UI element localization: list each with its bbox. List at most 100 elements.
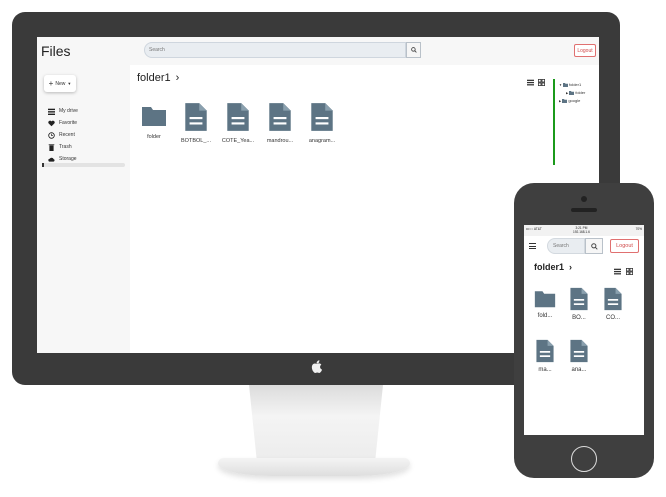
file-name: mandrou... [266, 138, 294, 144]
document-icon [604, 287, 622, 311]
file-name: COTE_Yea... [221, 138, 255, 144]
view-toggle [527, 79, 545, 86]
hamburger-menu-icon[interactable] [529, 243, 536, 249]
tree-item-google[interactable]: ▶ google [559, 98, 580, 103]
breadcrumb-folder[interactable]: folder1 [137, 72, 171, 84]
sidebar-item-label: Trash [59, 144, 72, 150]
file-name: ana... [571, 367, 587, 373]
plus-icon: + [48, 79, 54, 88]
device-mockup: Files Search Logout + New ▼ My drive Fav… [0, 0, 666, 497]
status-bar: •••○○ AT&T 3:21 PM 192.168.1.6 70% [524, 225, 644, 236]
tree-item-folder[interactable]: ▶ folder [566, 90, 585, 95]
logout-button[interactable]: Logout [574, 44, 596, 57]
sidebar-item-favorite[interactable]: Favorite [48, 117, 78, 129]
sidebar: + New ▼ My drive Favorite Recent Trash S… [37, 65, 130, 353]
chevron-right-icon: › [569, 262, 573, 272]
document-icon [570, 339, 588, 363]
caret-down-icon: ▼ [559, 82, 562, 87]
status-center: 3:21 PM 192.168.1.6 [573, 226, 590, 234]
sidebar-item-recent[interactable]: Recent [48, 129, 78, 141]
file-item[interactable]: anagram... [301, 102, 343, 144]
tree-item-label: folder1 [568, 82, 582, 87]
search-icon [410, 47, 417, 53]
folder-icon [534, 291, 556, 308]
list-view-icon[interactable] [614, 268, 621, 275]
file-name: BOTBOL_... [181, 138, 211, 144]
new-button[interactable]: + New ▼ [44, 75, 76, 92]
new-button-label: New [55, 80, 66, 87]
file-item[interactable]: ma... [528, 339, 562, 373]
app-title: Files [41, 43, 71, 59]
file-item[interactable]: BO... [562, 287, 596, 321]
grid-view-icon[interactable] [538, 79, 545, 86]
file-grid: fold... BO... CO... ma... ana... [528, 287, 640, 373]
apple-logo-icon [308, 360, 324, 376]
folder-icon [562, 82, 568, 87]
file-name: ma... [538, 367, 552, 373]
folder-icon [142, 107, 166, 126]
caret-right-icon: ▶ [566, 90, 569, 95]
sidebar-item-trash[interactable]: Trash [48, 141, 78, 153]
phone-home-button[interactable] [571, 446, 597, 472]
tree-divider [553, 79, 555, 165]
search-icon [590, 242, 598, 250]
document-icon [311, 103, 333, 131]
phone-speaker [571, 208, 597, 212]
folder-icon [569, 90, 575, 95]
folder-icon [562, 98, 568, 103]
search-input[interactable]: Search [144, 42, 406, 58]
sidebar-item-label: My drive [59, 108, 78, 114]
sidebar-nav: My drive Favorite Recent Trash Storage [48, 105, 78, 165]
document-icon [227, 103, 249, 131]
tree-item-folder1[interactable]: ▼ folder1 [559, 82, 581, 87]
phone-camera [581, 196, 587, 202]
cloud-icon [48, 157, 55, 162]
file-name: folder [147, 134, 161, 140]
document-icon [185, 103, 207, 131]
breadcrumb-folder[interactable]: folder1 [534, 262, 564, 272]
caret-down-icon: ▼ [67, 81, 72, 86]
tree-item-label: folder [575, 90, 586, 95]
sidebar-item-label: Favorite [59, 120, 78, 126]
chevron-right-icon: › [175, 72, 180, 84]
tree-item-label: google [568, 98, 581, 103]
file-item[interactable]: mandrou... [259, 102, 301, 144]
file-item[interactable]: ana... [562, 339, 596, 373]
file-item[interactable]: CO... [596, 287, 630, 321]
storage-progress-fill [42, 163, 44, 167]
carrier-label: •••○○ AT&T [526, 227, 542, 231]
breadcrumb[interactable]: folder1 › [534, 262, 572, 272]
trash-icon [48, 143, 55, 151]
heart-icon [48, 120, 55, 126]
document-icon [536, 339, 554, 363]
list-view-icon[interactable] [527, 79, 534, 86]
search-button[interactable] [406, 42, 421, 58]
document-icon [269, 103, 291, 131]
battery-label: 70% [635, 227, 642, 231]
grid-view-icon[interactable] [626, 268, 633, 275]
breadcrumb[interactable]: folder1 › [137, 72, 179, 84]
search-button[interactable] [585, 238, 603, 254]
view-toggle [614, 268, 633, 275]
storage-progress-bar [42, 163, 125, 167]
sidebar-item-label: Recent [59, 132, 75, 138]
list-icon [48, 108, 55, 115]
status-url: 192.168.1.6 [573, 230, 590, 234]
monitor-stand [249, 385, 383, 463]
sidebar-item-my-drive[interactable]: My drive [48, 105, 78, 117]
file-name: anagram... [308, 138, 336, 144]
file-name: CO... [605, 315, 620, 321]
phone-screen: •••○○ AT&T 3:21 PM 192.168.1.6 70% Searc… [524, 225, 644, 435]
file-item[interactable]: fold... [528, 287, 562, 321]
file-name: fold... [537, 313, 553, 319]
monitor-stand-base [218, 458, 410, 476]
file-item[interactable]: BOTBOL_... [175, 102, 217, 144]
caret-right-icon: ▶ [559, 98, 562, 103]
logout-button[interactable]: Logout [610, 239, 639, 253]
clock-icon [48, 131, 55, 139]
search-input[interactable]: Search [547, 238, 585, 254]
file-item[interactable]: folder [133, 102, 175, 144]
sidebar-item-label: Storage [59, 156, 77, 162]
file-name: BO... [572, 315, 586, 321]
file-item[interactable]: COTE_Yea... [217, 102, 259, 144]
